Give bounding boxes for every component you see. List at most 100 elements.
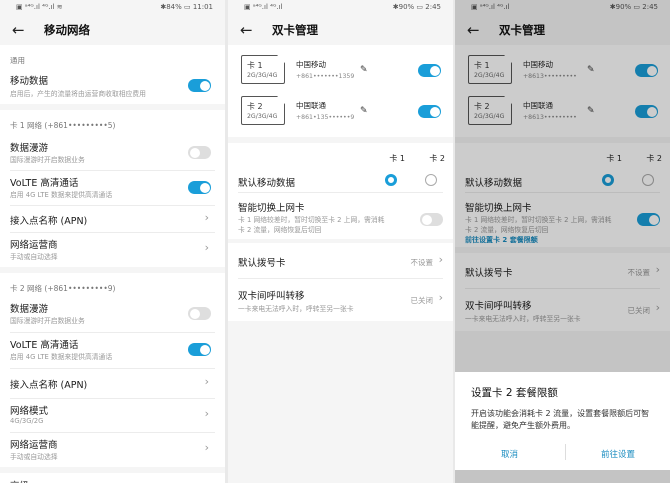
- row-title: 网络模式: [10, 406, 49, 417]
- volte-row[interactable]: VoLTE 高清通话启用 4G LTE 数据来提供高清通话: [10, 333, 215, 369]
- edit-pencil-icon[interactable]: ✎: [360, 106, 368, 116]
- battery-time: ✱84% ▭ 11:01: [160, 3, 213, 11]
- row-title: 网络运营商: [10, 440, 58, 451]
- row-title: 智能切换上网卡: [238, 203, 305, 214]
- volte-toggle[interactable]: [188, 343, 211, 356]
- volte-row[interactable]: VoLTE 高清通话启用 4G LTE 数据来提供高清通话: [10, 171, 215, 206]
- advanced-row[interactable]: 高级: [0, 473, 225, 483]
- sim-cards-section: 卡 1 2G/3G/4G 中国移动 +861•••••••1359 ✎ 卡 2 2G…: [228, 45, 453, 137]
- row-title: 默认拨号卡: [238, 258, 286, 269]
- back-arrow-icon[interactable]: ←: [240, 21, 262, 39]
- column-header-sim1: 卡 1: [389, 154, 405, 163]
- call-forward-row[interactable]: 双卡间呼叫转移 一卡来电无法呼入时，呼转至另一张卡 已关闭 ›: [238, 279, 443, 321]
- sim1-toggle[interactable]: [418, 64, 441, 77]
- chevron-right-icon: ›: [438, 291, 443, 304]
- edit-pencil-icon[interactable]: ✎: [360, 65, 368, 75]
- data-settings-section: 卡 1 卡 2 默认移动数据 智能切换上网卡 卡 1 网络较差时，暂时切换至卡 …: [228, 143, 453, 239]
- dialog-title: 设置卡 2 套餐限额: [471, 387, 558, 399]
- row-title: 默认移动数据: [238, 178, 296, 189]
- row-subtitle: 手动或自动选择: [10, 253, 58, 261]
- row-title: VoLTE 高清通话: [10, 340, 79, 351]
- data-limit-dialog: 设置卡 2 套餐限额 开启该功能会消耗卡 2 流量，设置套餐限额后可智能提醒，避…: [455, 372, 670, 470]
- apn-row[interactable]: 接入点名称 (APN) ›: [10, 206, 215, 233]
- status-bar: ▣ ᵃ⁴ᴳ.ıl ⁴ᴳ.ıl ≋ ✱84% ▭ 11:01: [0, 0, 225, 15]
- sim2-radio[interactable]: [425, 174, 437, 186]
- volte-toggle[interactable]: [188, 181, 211, 194]
- nav-bar: [455, 470, 670, 483]
- row-title: 数据漫游: [10, 304, 49, 315]
- general-section: 通用 移动数据 启用后，产生的流量将由运营商收取相应费用: [0, 45, 225, 104]
- sim2-toggle[interactable]: [418, 105, 441, 118]
- row-title: 网络运营商: [10, 240, 58, 251]
- chevron-right-icon: ›: [204, 211, 209, 224]
- header: ← 双卡管理: [228, 15, 453, 45]
- row-title: VoLTE 高清通话: [10, 178, 79, 189]
- operator-name: 中国移动: [296, 60, 326, 69]
- status-bar: ▣ ᵃ⁴ᴳ.ıl ⁴ᴳ.ıl ✱90% ▭ 2:45: [228, 0, 453, 15]
- carrier-row[interactable]: 网络运营商手动或自动选择 ›: [10, 433, 215, 467]
- row-title: 高级: [10, 478, 29, 483]
- roaming-row[interactable]: 数据漫游国际漫游时开启数据业务: [10, 136, 215, 171]
- back-arrow-icon[interactable]: ←: [12, 21, 34, 39]
- cancel-button[interactable]: 取消: [501, 448, 518, 460]
- apn-row[interactable]: 接入点名称 (APN) ›: [10, 369, 215, 399]
- mobile-network-screen: ▣ ᵃ⁴ᴳ.ıl ⁴ᴳ.ıl ≋ ✱84% ▭ 11:01 ← 移动网络 通用 移动…: [0, 0, 225, 483]
- row-value: 已关闭: [410, 296, 434, 305]
- page-title: 双卡管理: [272, 23, 318, 37]
- roaming-toggle[interactable]: [188, 146, 211, 159]
- row-title: 数据漫游: [10, 143, 49, 154]
- page-title: 移动网络: [44, 23, 90, 37]
- roaming-toggle[interactable]: [188, 307, 211, 320]
- row-subtitle: 卡 2 流量，网络恢复后切回: [238, 226, 322, 234]
- sim-label: 2G/3G/4G: [247, 113, 278, 120]
- default-data-row: 默认移动数据: [238, 167, 443, 193]
- dual-sim-screen: ▣ ᵃ⁴ᴳ.ıl ⁴ᴳ.ıl ✱90% ▭ 2:45 ← 双卡管理 卡 1 2G/3G…: [228, 0, 453, 483]
- row-subtitle: 手动或自动选择: [10, 453, 58, 461]
- row-value: 不设置: [410, 258, 434, 267]
- row-subtitle: 4G/3G/2G: [10, 417, 44, 425]
- row-subtitle: 启用 4G LTE 数据来提供高清通话: [10, 191, 113, 199]
- mobile-data-toggle[interactable]: [188, 79, 211, 92]
- sim1-card-row: 卡 1 2G/3G/4G 中国移动 +861•••••••1359 ✎: [228, 55, 453, 87]
- row-subtitle: 一卡来电无法呼入时，呼转至另一张卡: [238, 305, 354, 313]
- button-divider: [565, 444, 566, 460]
- sim-card-icon: 卡 2 2G/3G/4G: [241, 96, 285, 125]
- sim-label: 卡 2: [247, 102, 263, 111]
- row-subtitle: 启用后，产生的流量将由运营商收取相应费用: [10, 90, 146, 98]
- network-mode-row[interactable]: 网络模式 4G/3G/2G ›: [10, 399, 215, 433]
- operator-name: 中国联通: [296, 101, 326, 110]
- section-label: 卡 2 网络 (+861•••••••••9): [10, 284, 116, 293]
- row-title: 接入点名称 (APN): [10, 216, 88, 227]
- sim1-section: 卡 1 网络 (+861•••••••••5) 数据漫游 国际漫游时开启数据业务 …: [0, 110, 225, 267]
- chevron-right-icon: ›: [438, 253, 443, 266]
- battery-time: ✱90% ▭ 2:45: [392, 3, 441, 11]
- section-label: 卡 1 网络 (+861•••••••••5): [10, 121, 116, 130]
- section-label: 通用: [10, 56, 25, 65]
- column-header-sim2: 卡 2: [429, 154, 445, 163]
- row-title: 移动数据: [10, 76, 49, 87]
- row-subtitle: 国际漫游时开启数据业务: [10, 156, 85, 164]
- sim2-section: 卡 2 网络 (+861•••••••••9) 数据漫游 国际漫游时开启数据业务 …: [0, 273, 225, 467]
- sim-label: 2G/3G/4G: [247, 72, 278, 79]
- sim1-radio[interactable]: [385, 174, 397, 186]
- chevron-right-icon: ›: [204, 441, 209, 454]
- carrier-row[interactable]: 网络运营商 手动或自动选择 ›: [10, 233, 215, 267]
- phone-number: +861•135••••••9: [296, 114, 355, 121]
- signal-icons: ▣ ᵃ⁴ᴳ.ıl ⁴ᴳ.ıl ≋: [16, 3, 63, 11]
- chevron-right-icon: ›: [204, 375, 209, 388]
- signal-icons: ▣ ᵃ⁴ᴳ.ıl ⁴ᴳ.ıl: [244, 3, 283, 11]
- go-settings-button[interactable]: 前往设置: [601, 448, 635, 460]
- call-settings-section: 默认拨号卡 不设置 › 双卡间呼叫转移 一卡来电无法呼入时，呼转至另一张卡 已关闭…: [228, 243, 453, 321]
- header: ← 移动网络: [0, 15, 225, 45]
- dual-sim-screen-with-dialog: ▣ ᵃ⁴ᴳ.ıl ⁴ᴳ.ıl ✱90% ▭ 2:45 ← 双卡管理 卡 1 2G/3G…: [455, 0, 670, 483]
- mobile-data-row[interactable]: 移动数据 启用后，产生的流量将由运营商收取相应费用: [10, 71, 215, 104]
- dialog-message: 开启该功能会消耗卡 2 流量，设置套餐限额后可智能提醒，避免产生额外费用。: [471, 409, 650, 430]
- phone-number: +861•••••••1359: [296, 73, 355, 80]
- sim-label: 卡 1: [247, 61, 263, 70]
- row-subtitle: 启用 4G LTE 数据来提供高清通话: [10, 353, 113, 361]
- smart-switch-toggle[interactable]: [420, 213, 443, 226]
- sim-card-icon: 卡 1 2G/3G/4G: [241, 55, 285, 84]
- default-dial-row[interactable]: 默认拨号卡 不设置 ›: [238, 243, 443, 279]
- chevron-right-icon: ›: [204, 407, 209, 420]
- roaming-row[interactable]: 数据漫游 国际漫游时开启数据业务: [10, 297, 215, 333]
